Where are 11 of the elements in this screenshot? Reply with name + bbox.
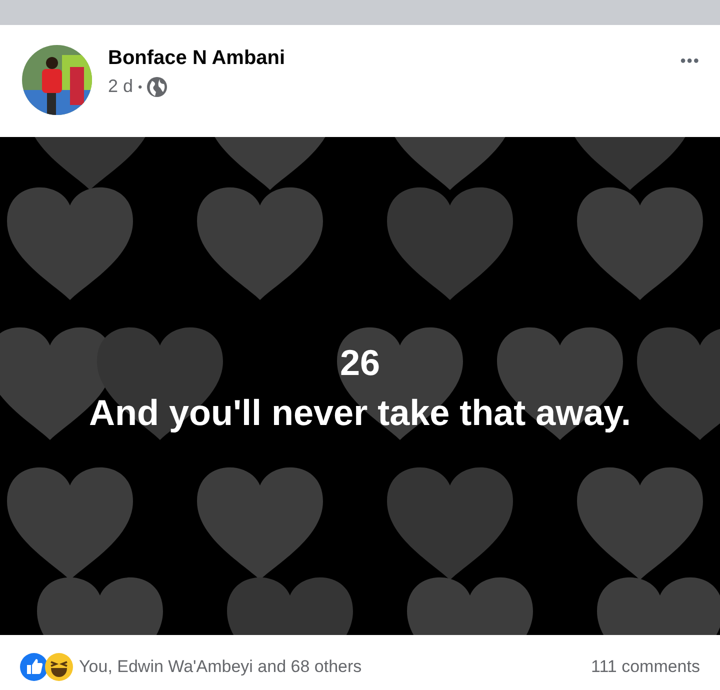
- like-icon: [20, 652, 48, 680]
- post-number: 26: [340, 342, 380, 384]
- reactions-summary[interactable]: You, Edwin Wa'Ambeyi and 68 others: [79, 656, 362, 676]
- post-caption: And you'll never take that away.: [88, 392, 632, 434]
- post-time[interactable]: 2 d: [108, 76, 134, 97]
- comments-count[interactable]: 111 comments: [591, 656, 700, 676]
- author-name[interactable]: Bonface N Ambani: [108, 47, 660, 70]
- separator: •: [138, 80, 142, 94]
- globe-icon: [147, 76, 168, 96]
- more-options-button[interactable]: •••: [676, 49, 704, 75]
- laughing-emoji-icon: [45, 652, 73, 680]
